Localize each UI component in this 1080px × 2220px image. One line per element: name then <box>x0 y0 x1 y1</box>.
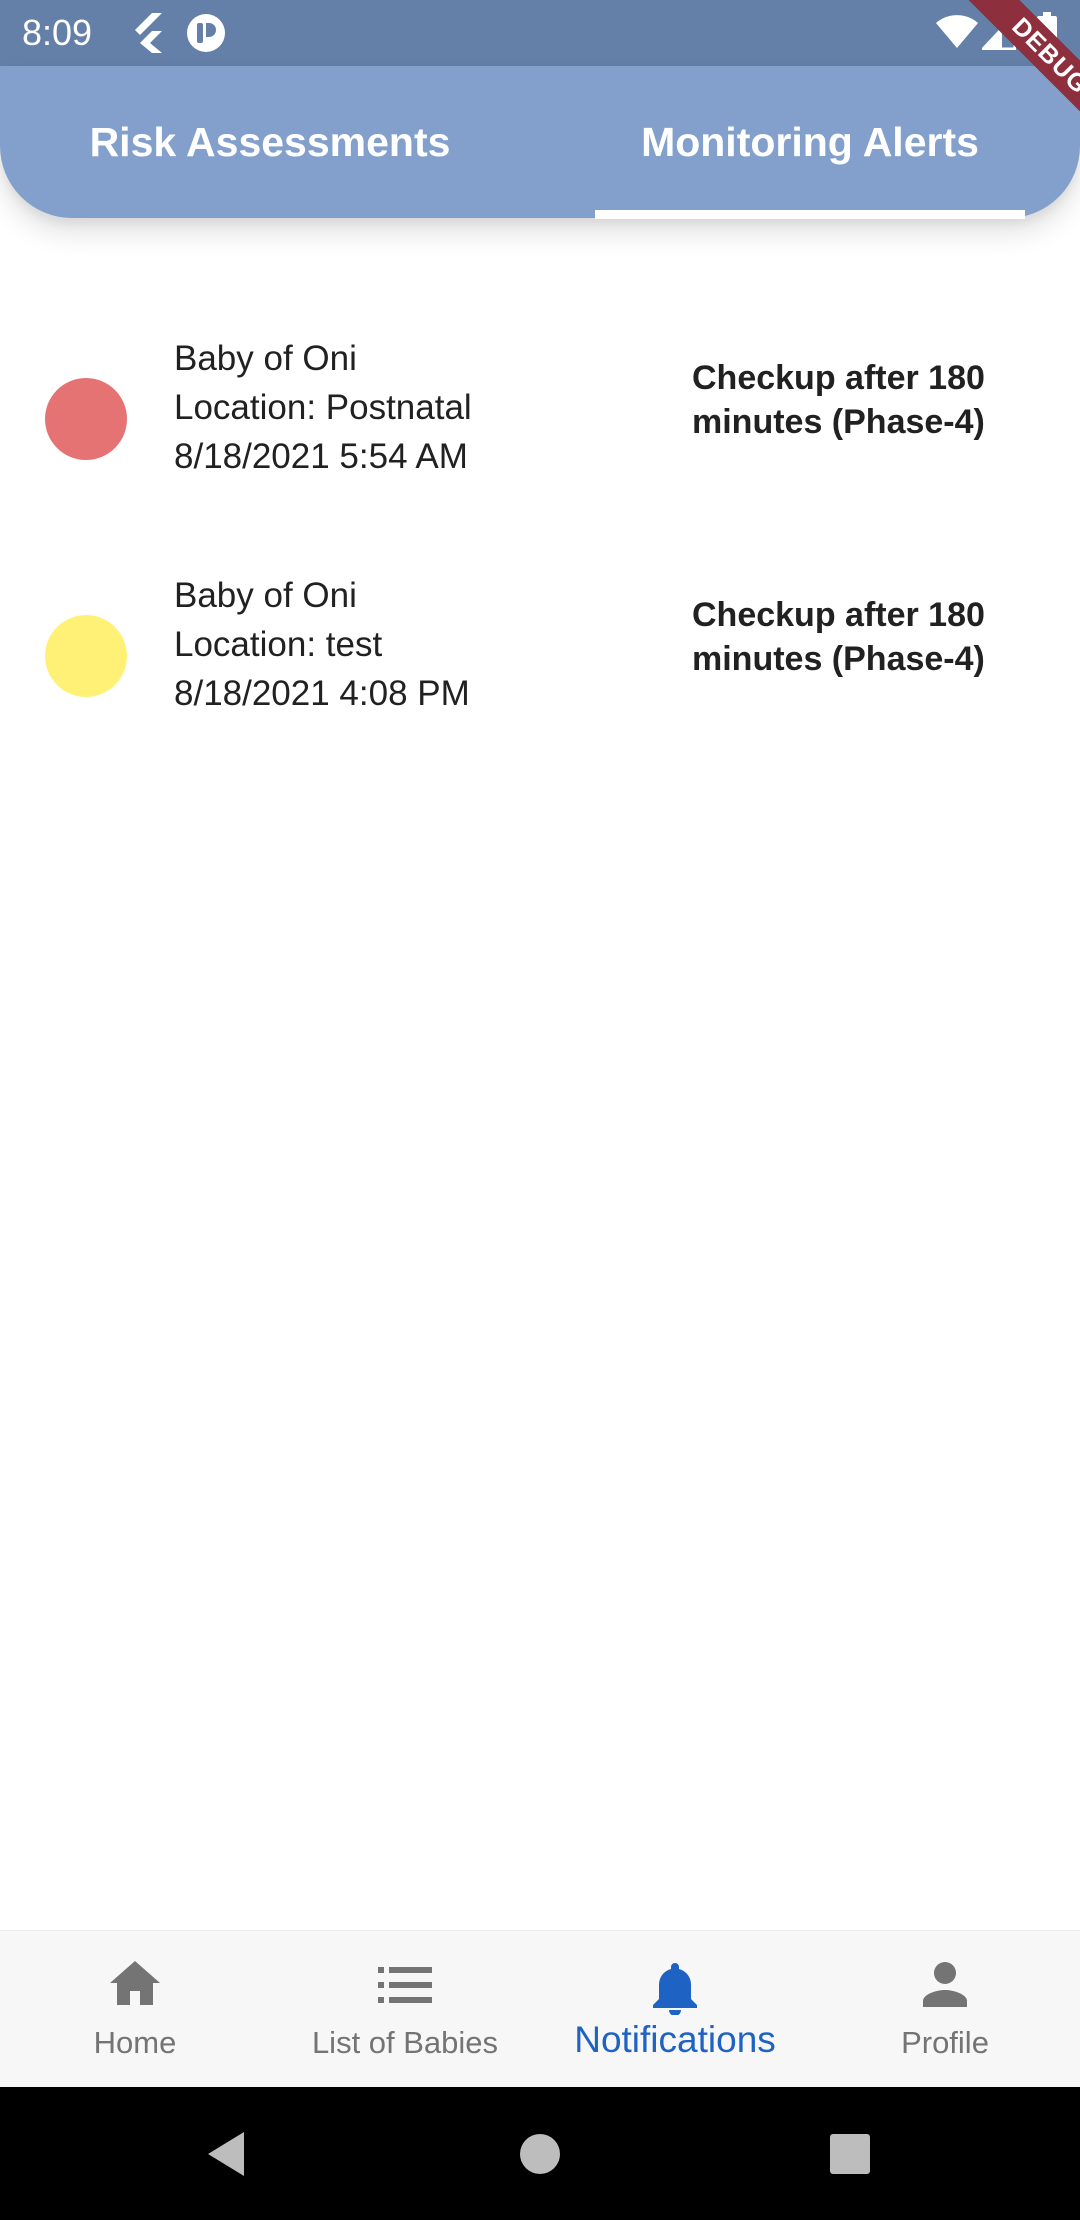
alert-location: Location: Postnatal <box>174 388 472 427</box>
status-time: 8:09 <box>22 12 93 53</box>
flutter-icon <box>130 13 166 58</box>
recents-square-icon <box>830 2133 870 2174</box>
home-circle-icon <box>520 2133 560 2174</box>
status-bar: 8:09 <box>0 0 1080 66</box>
tab-risk-assessments[interactable]: Risk Assessments <box>50 66 490 218</box>
person-icon <box>921 1961 969 2014</box>
alert-checkup-status: Checkup after 180 minutes (Phase-4) <box>692 359 985 441</box>
nav-label-notifications: Notifications <box>574 2019 776 2060</box>
wifi-icon <box>935 14 979 55</box>
nav-label-home: Home <box>93 2025 177 2060</box>
alert-details: Baby of Oni Location: Postnatal 8/18/202… <box>174 334 472 481</box>
alert-status-dot <box>45 615 127 697</box>
nav-notifications[interactable]: Notifications <box>540 1931 810 2088</box>
nav-label-list-of-babies: List of Babies <box>311 2025 499 2060</box>
tab-active-indicator <box>595 210 1025 219</box>
alert-list-item[interactable]: Baby of Oni Location: test 8/18/2021 4:0… <box>0 571 1080 741</box>
nav-list-of-babies[interactable]: List of Babies <box>270 1931 540 2088</box>
bell-icon <box>650 1961 700 2020</box>
nav-profile[interactable]: Profile <box>810 1931 1080 2088</box>
system-navigation-bar <box>0 2087 1080 2220</box>
nav-label-profile: Profile <box>901 2025 989 2060</box>
home-icon <box>108 1959 162 2012</box>
list-icon <box>378 1967 432 2008</box>
nav-home[interactable]: Home <box>0 1931 270 2088</box>
tab-monitoring-alerts[interactable]: Monitoring Alerts <box>595 66 1025 218</box>
alert-datetime: 8/18/2021 5:54 AM <box>174 437 468 476</box>
alert-status-dot <box>45 378 127 460</box>
alert-baby-name: Baby of Oni <box>174 576 357 615</box>
tab-bar: Risk Assessments Monitoring Alerts <box>0 66 1080 219</box>
alert-checkup-status: Checkup after 180 minutes (Phase-4) <box>692 596 985 678</box>
alert-datetime: 8/18/2021 4:08 PM <box>174 674 470 713</box>
system-recents-button[interactable] <box>780 2087 920 2220</box>
alert-list-item[interactable]: Baby of Oni Location: Postnatal 8/18/202… <box>0 334 1080 504</box>
alert-baby-name: Baby of Oni <box>174 339 357 378</box>
app-notification-icon <box>186 13 226 58</box>
back-icon <box>208 2131 244 2176</box>
bottom-navigation: Home List of Babies Notifications Profil… <box>0 1930 1080 2088</box>
system-back-button[interactable] <box>156 2087 296 2220</box>
alert-location: Location: test <box>174 625 383 664</box>
system-home-button[interactable] <box>470 2087 610 2220</box>
alert-details: Baby of Oni Location: test 8/18/2021 4:0… <box>174 571 470 718</box>
